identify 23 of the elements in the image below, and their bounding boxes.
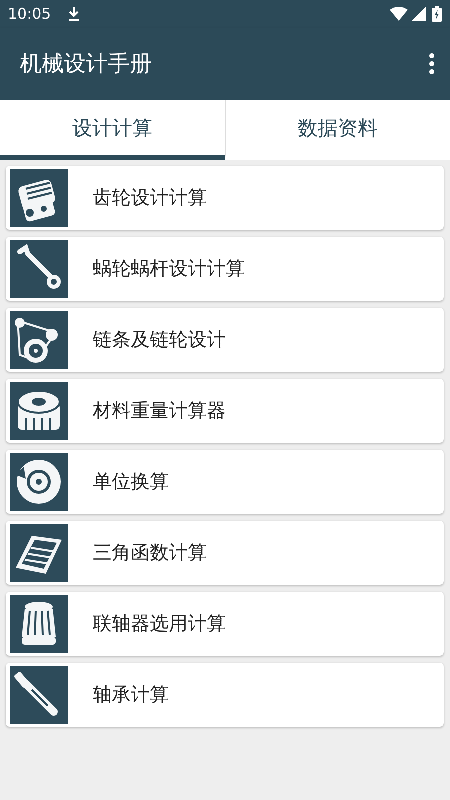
list-card[interactable]: 链条及链轮设计 [6, 308, 444, 372]
tab[interactable]: 设计计算 [0, 100, 224, 160]
list-card[interactable]: 轴承计算 [6, 663, 444, 727]
battery-icon [432, 6, 442, 22]
tab[interactable]: 数据资料 [224, 100, 450, 160]
list-card[interactable]: 材料重量计算器 [6, 379, 444, 443]
spark-plug-icon [10, 666, 68, 724]
app-title: 机械设计手册 [20, 50, 153, 78]
signal-icon [412, 7, 426, 21]
wrench-icon [10, 240, 68, 298]
more-menu-icon[interactable] [428, 52, 436, 76]
list-card[interactable]: 单位换算 [6, 450, 444, 514]
status-time: 10:05 [8, 4, 52, 25]
list-card[interactable]: 蜗轮蜗杆设计计算 [6, 237, 444, 301]
belt-pulley-icon [10, 311, 68, 369]
air-filter-icon [10, 524, 68, 582]
download-icon [67, 6, 82, 22]
list-card[interactable]: 三角函数计算 [6, 521, 444, 585]
list-card[interactable]: 齿轮设计计算 [6, 166, 444, 230]
list-card[interactable]: 联轴器选用计算 [6, 592, 444, 656]
cone-filter-icon [10, 595, 68, 653]
wifi-icon [390, 7, 408, 21]
filter-icon [10, 382, 68, 440]
